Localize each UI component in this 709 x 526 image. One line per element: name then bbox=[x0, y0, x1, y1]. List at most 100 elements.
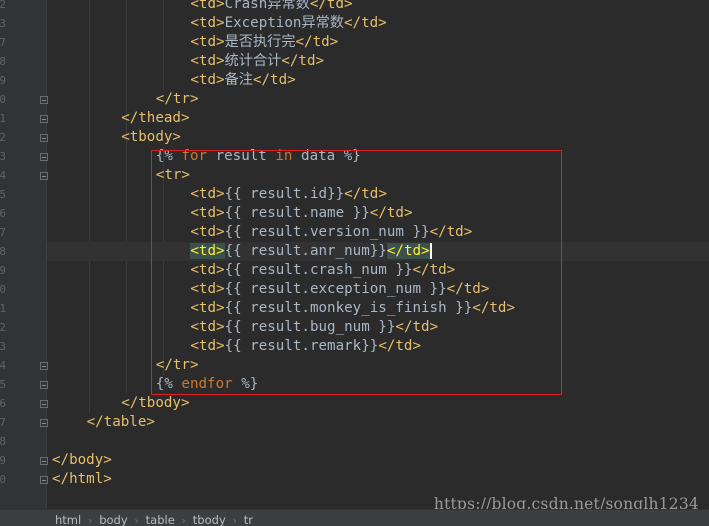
breadcrumb-item-tbody[interactable]: tbody bbox=[193, 513, 226, 526]
fold-toggle-icon[interactable] bbox=[40, 476, 48, 484]
code-tag: <td> bbox=[190, 186, 225, 202]
code-tag: </td> bbox=[472, 300, 515, 316]
code-text: data %} bbox=[292, 148, 361, 164]
code-line[interactable]: <td>Exception异常数</td> bbox=[52, 14, 387, 33]
code-tag: </td> bbox=[369, 205, 413, 221]
code-tag: </td> bbox=[295, 34, 339, 50]
code-tag: </td> bbox=[344, 15, 387, 31]
line-number: 8 bbox=[0, 435, 6, 448]
code-line[interactable]: <td>是否执行完</td> bbox=[52, 33, 338, 52]
code-tag: <td> bbox=[190, 338, 225, 354]
code-line[interactable]: <td>统计合计</td> bbox=[52, 52, 324, 71]
code-tag: </table> bbox=[86, 414, 155, 430]
line-number: 9 bbox=[0, 264, 6, 277]
line-number: 2 bbox=[0, 0, 6, 11]
line-number: 4 bbox=[0, 169, 6, 182]
watermark: https://blog.csdn.net/songlh1234 bbox=[433, 495, 699, 509]
line-number: 6 bbox=[0, 397, 6, 410]
code-tag: </tbody> bbox=[121, 395, 190, 411]
code-tag: <tbody> bbox=[121, 129, 181, 145]
line-number: 3 bbox=[0, 150, 6, 163]
code-line[interactable]: </html> bbox=[52, 470, 112, 489]
line-number: 7 bbox=[0, 416, 6, 429]
code-text: Exception异常数 bbox=[224, 15, 344, 31]
code-line[interactable]: <td>{{ result.crash_num }}</td> bbox=[52, 261, 455, 280]
code-line[interactable]: </tr> bbox=[52, 356, 199, 375]
line-number: 4 bbox=[0, 359, 6, 372]
breadcrumb-item-tr[interactable]: tr bbox=[244, 513, 253, 526]
code-line[interactable]: <td>{{ result.id}}</td> bbox=[52, 185, 386, 204]
code-tag: <td> bbox=[190, 300, 225, 316]
code-text: {{ result.name }} bbox=[224, 205, 370, 221]
fold-toggle-icon[interactable] bbox=[40, 362, 48, 370]
breadcrumb-item-body[interactable]: body bbox=[99, 513, 127, 526]
fold-toggle-icon[interactable] bbox=[40, 115, 48, 123]
line-number-gutter: 2 3 7 8 9 0 1 2 3 4 5 6 7 8 9 0 1 2 3 4 5 6 7 8 9 0 bbox=[0, 0, 48, 509]
line-number: 3 bbox=[0, 340, 6, 353]
code-text: {{ result.id}} bbox=[224, 186, 345, 202]
code-line[interactable]: <tr> bbox=[52, 166, 190, 185]
code-line[interactable]: <td>{{ result.anr_num}}</td> bbox=[47, 242, 709, 261]
code-line[interactable]: {% for result in data %} bbox=[52, 147, 361, 166]
code-tag: <td> bbox=[190, 205, 225, 221]
code-text: 是否执行完 bbox=[224, 34, 296, 50]
line-number: 9 bbox=[0, 74, 6, 87]
code-line[interactable]: {% endfor %} bbox=[52, 375, 259, 394]
line-number: 1 bbox=[0, 112, 6, 125]
line-number: 7 bbox=[0, 226, 6, 239]
code-text: {{ result.monkey_is_finish }} bbox=[224, 300, 473, 316]
breadcrumb-item-html[interactable]: html bbox=[55, 513, 81, 526]
line-number: 8 bbox=[0, 245, 6, 258]
line-number: 0 bbox=[0, 473, 6, 486]
code-line[interactable]: <tbody> bbox=[52, 128, 181, 147]
line-number: 3 bbox=[0, 17, 6, 30]
line-number: 1 bbox=[0, 302, 6, 315]
line-number: 0 bbox=[0, 93, 6, 106]
code-tag: <td> bbox=[190, 262, 225, 278]
code-line[interactable]: </body> bbox=[52, 451, 112, 470]
code-line[interactable]: </table> bbox=[52, 413, 155, 432]
code-line[interactable]: </thead> bbox=[52, 109, 189, 128]
code-tag: </body> bbox=[52, 452, 112, 468]
code-text: {{ result.remark}} bbox=[224, 338, 379, 354]
code-text: {{ result.bug_num }} bbox=[224, 319, 396, 335]
fold-toggle-icon[interactable] bbox=[40, 400, 48, 408]
code-tag: </td> bbox=[309, 0, 353, 12]
fold-toggle-icon[interactable] bbox=[40, 96, 48, 104]
fold-toggle-icon[interactable] bbox=[40, 134, 48, 142]
code-line[interactable]: <td>{{ result.name }}</td> bbox=[52, 204, 413, 223]
code-line[interactable]: <td>{{ result.remark}}</td> bbox=[52, 337, 421, 356]
fold-toggle-icon[interactable] bbox=[40, 153, 48, 161]
code-text: 备注 bbox=[224, 72, 253, 88]
code-line[interactable]: <td>{{ result.monkey_is_finish }}</td> bbox=[52, 299, 515, 318]
code-text: {{ result.crash_num }} bbox=[224, 262, 413, 278]
code-text: result bbox=[207, 148, 276, 164]
code-text: Crash异常数 bbox=[224, 0, 310, 12]
line-number: 2 bbox=[0, 131, 6, 144]
code-text: {{ result.exception_num }} bbox=[224, 281, 447, 297]
fold-toggle-icon[interactable] bbox=[40, 419, 48, 427]
code-tag: <td> bbox=[190, 53, 225, 69]
code-line[interactable]: </tbody> bbox=[52, 394, 190, 413]
code-tag: </td> bbox=[412, 262, 456, 278]
code-line[interactable]: <td>{{ result.exception_num }}</td> bbox=[52, 280, 489, 299]
breadcrumb-item-table[interactable]: table bbox=[146, 513, 175, 526]
code-tag: </td> bbox=[252, 72, 296, 88]
code-line[interactable]: <td>备注</td> bbox=[52, 71, 296, 90]
code-line[interactable]: <td>{{ result.version_num }}</td> bbox=[52, 223, 472, 242]
code-tag: </td> bbox=[446, 281, 490, 297]
fold-toggle-icon[interactable] bbox=[40, 457, 48, 465]
fold-toggle-icon[interactable] bbox=[40, 172, 48, 180]
code-editor[interactable]: 23789012345678901234567890 <td>Crash异常数<… bbox=[0, 0, 709, 509]
code-line[interactable]: <td>Crash异常数</td> bbox=[52, 0, 353, 14]
code-tag: <td> bbox=[190, 281, 225, 297]
code-line[interactable]: <td>{{ result.bug_num }}</td> bbox=[52, 318, 438, 337]
code-text: %} bbox=[232, 376, 259, 392]
fold-toggle-icon[interactable] bbox=[40, 381, 48, 389]
code-tag: </td> bbox=[386, 243, 430, 259]
code-tag: <td> bbox=[190, 319, 225, 335]
code-tag: </tr> bbox=[155, 91, 199, 107]
code-text: {{ result.anr_num}} bbox=[224, 243, 387, 259]
breadcrumb: html › body › table › tbody › tr bbox=[0, 509, 709, 526]
code-line[interactable]: </tr> bbox=[52, 90, 199, 109]
